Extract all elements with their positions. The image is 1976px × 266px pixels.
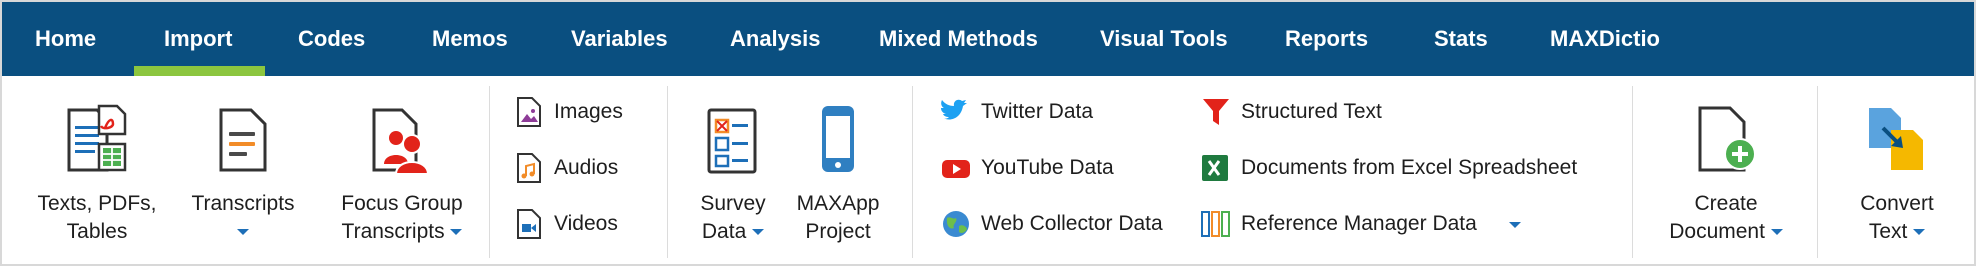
focus-group-icon bbox=[372, 108, 430, 175]
import-youtube-button[interactable]: YouTube Data bbox=[941, 148, 1161, 188]
chevron-down-icon[interactable] bbox=[1913, 229, 1926, 236]
import-maxapp-button[interactable]: MAXApp Project bbox=[786, 76, 890, 266]
import-twitter-button[interactable]: Twitter Data bbox=[941, 92, 1161, 132]
tab-visual-tools[interactable]: Visual Tools bbox=[1100, 2, 1228, 76]
transcripts-label: Transcripts bbox=[184, 190, 302, 246]
focus-group-label: Focus Group Transcripts bbox=[341, 192, 463, 243]
chevron-down-icon[interactable] bbox=[752, 229, 765, 236]
excel-icon bbox=[1202, 155, 1228, 181]
divider bbox=[489, 86, 490, 258]
video-file-icon bbox=[517, 209, 541, 239]
chevron-down-icon[interactable] bbox=[1509, 222, 1521, 228]
divider bbox=[1817, 86, 1818, 258]
convert-text-icon bbox=[1869, 108, 1923, 170]
import-ribbon: Texts, PDFs, Tables Transcripts Focus Gr… bbox=[0, 76, 1976, 266]
audio-file-icon bbox=[517, 153, 541, 183]
import-texts-button[interactable]: Texts, PDFs, Tables bbox=[30, 76, 164, 266]
survey-label: Survey Data bbox=[700, 192, 766, 243]
globe-icon bbox=[943, 211, 969, 237]
tab-home[interactable]: Home bbox=[35, 2, 96, 76]
survey-icon bbox=[707, 108, 757, 174]
tab-maxdictio[interactable]: MAXDictio bbox=[1550, 2, 1660, 76]
menu-bar: Home Import Codes Memos Variables Analys… bbox=[0, 0, 1976, 76]
maxapp-label: MAXApp Project bbox=[796, 192, 880, 243]
divider bbox=[667, 86, 668, 258]
image-file-icon bbox=[517, 97, 541, 127]
texts-pdf-table-icon bbox=[67, 104, 127, 172]
import-images-button[interactable]: Images bbox=[514, 92, 634, 132]
funnel-icon bbox=[1203, 99, 1229, 125]
create-document-icon bbox=[1698, 106, 1756, 172]
tab-stats[interactable]: Stats bbox=[1434, 2, 1488, 76]
tab-memos[interactable]: Memos bbox=[432, 2, 508, 76]
convert-text-button[interactable]: Convert Text bbox=[1837, 76, 1957, 266]
import-structured-text-button[interactable]: Structured Text bbox=[1201, 92, 1421, 132]
import-reference-manager-button[interactable]: Reference Manager Data bbox=[1201, 204, 1531, 244]
chevron-down-icon[interactable] bbox=[1770, 229, 1783, 236]
chevron-down-icon[interactable] bbox=[450, 229, 463, 236]
tab-reports[interactable]: Reports bbox=[1285, 2, 1368, 76]
divider bbox=[912, 86, 913, 258]
create-document-label: Create Document bbox=[1662, 190, 1790, 246]
import-web-collector-button[interactable]: Web Collector Data bbox=[941, 204, 1181, 244]
youtube-icon bbox=[942, 160, 970, 178]
reference-manager-icon bbox=[1201, 211, 1230, 237]
tab-variables[interactable]: Variables bbox=[571, 2, 668, 76]
convert-text-label: Convert Text bbox=[1860, 192, 1934, 243]
tab-analysis[interactable]: Analysis bbox=[730, 2, 821, 76]
import-transcripts-button[interactable]: Transcripts bbox=[184, 76, 302, 266]
tab-codes[interactable]: Codes bbox=[298, 2, 365, 76]
tab-mixed-methods[interactable]: Mixed Methods bbox=[879, 2, 1038, 76]
tab-import[interactable]: Import bbox=[133, 2, 267, 76]
import-survey-button[interactable]: Survey Data bbox=[692, 76, 774, 266]
divider bbox=[1632, 86, 1633, 258]
chevron-down-icon[interactable] bbox=[237, 229, 249, 236]
import-videos-button[interactable]: Videos bbox=[514, 204, 634, 244]
import-excel-button[interactable]: Documents from Excel Spreadsheet bbox=[1201, 148, 1621, 188]
texts-label: Texts, PDFs, Tables bbox=[37, 192, 157, 243]
create-document-button[interactable]: Create Document bbox=[1662, 76, 1790, 266]
smartphone-icon bbox=[822, 106, 854, 172]
import-focus-group-button[interactable]: Focus Group Transcripts bbox=[322, 76, 482, 266]
twitter-icon bbox=[941, 99, 967, 120]
transcript-icon bbox=[219, 108, 267, 172]
import-audios-button[interactable]: Audios bbox=[514, 148, 634, 188]
